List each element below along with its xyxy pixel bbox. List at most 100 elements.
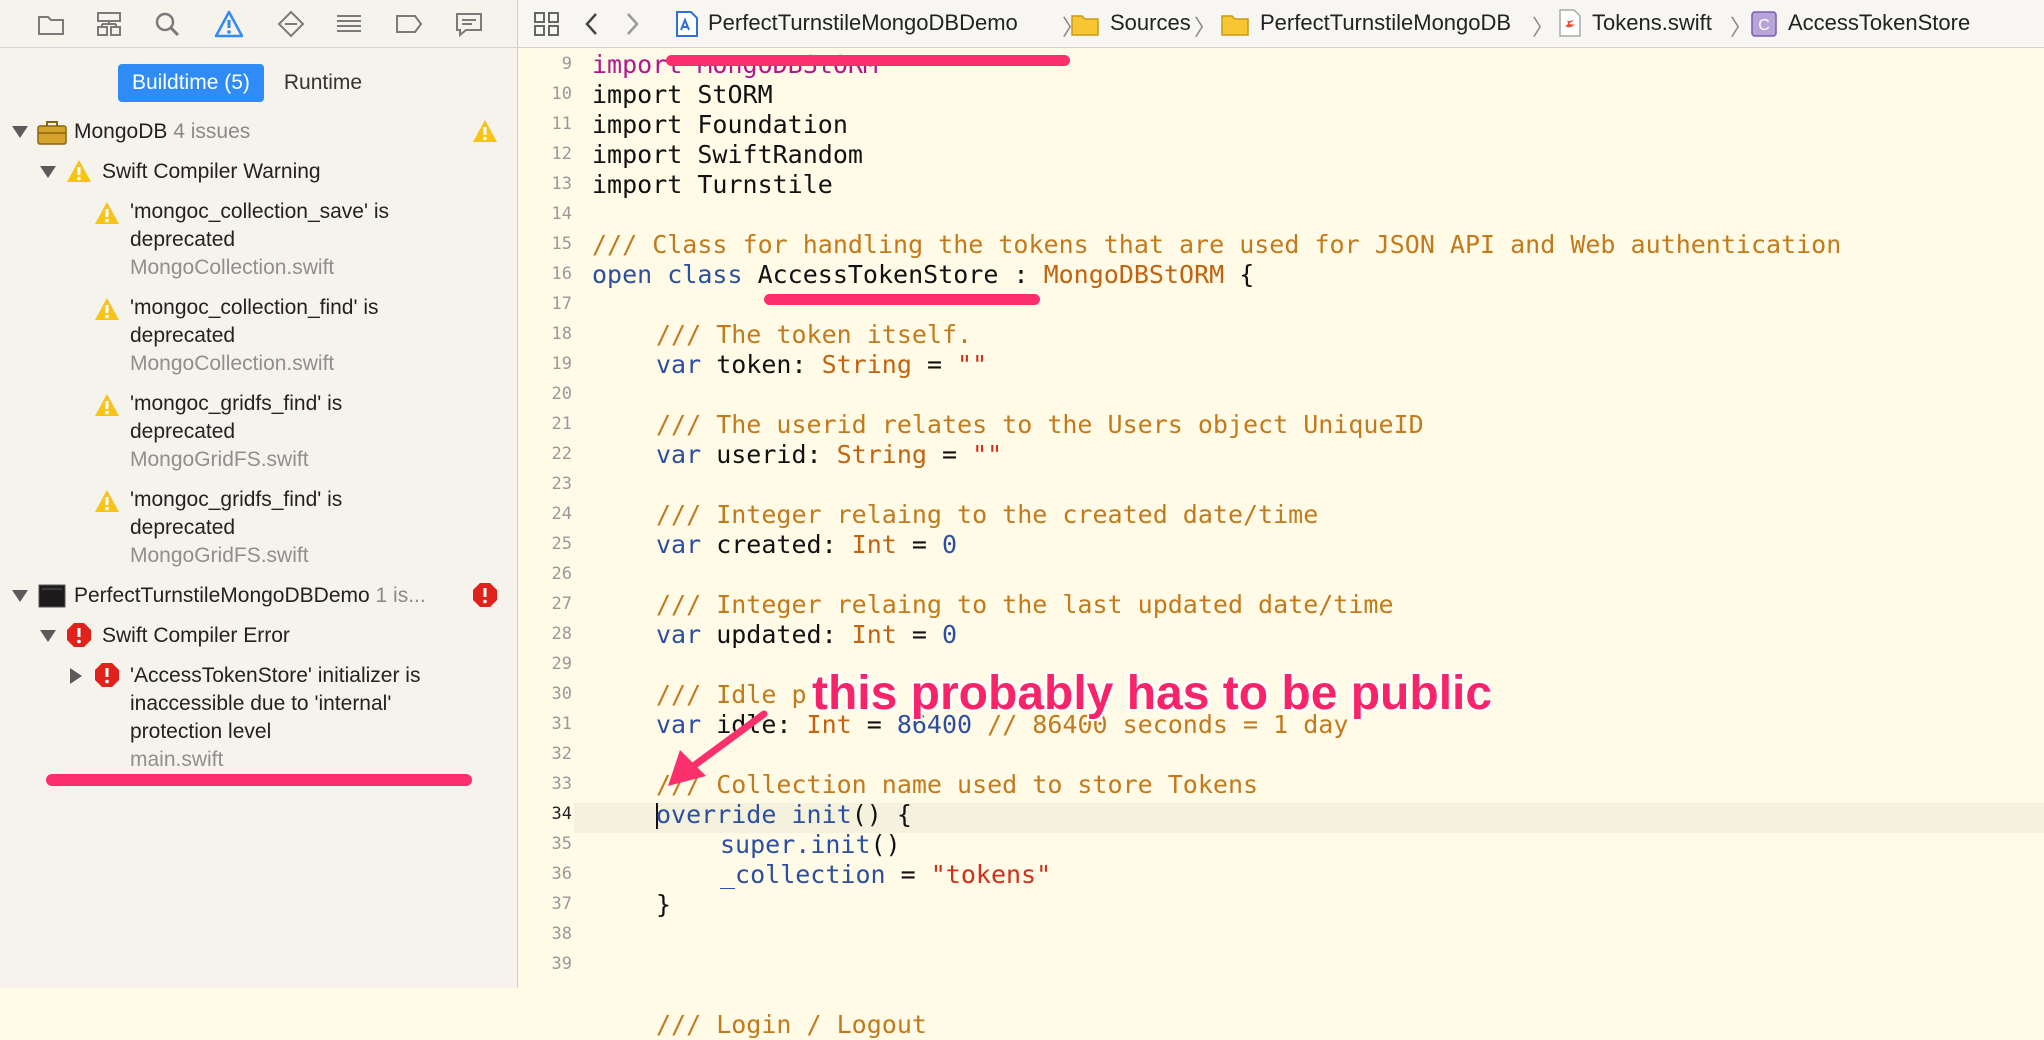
error-badge-icon [472,582,498,608]
string-literal: "tokens" [930,860,1052,889]
issue-message-line: 'mongoc_collection_find' is [130,296,379,319]
warning-badge-icon [472,118,498,144]
issue-file: MongoGridFS.swift [130,448,309,471]
line-number: 34 [551,804,572,824]
code-comment: /// Login / Logout [656,1010,942,1039]
class-symbol-icon: C [1750,10,1778,38]
code-text: = [911,350,958,379]
issue-item[interactable]: 'AccessTokenStore' initializer is inacce… [130,662,420,746]
category-row-compiler-error[interactable]: Swift Compiler Error [102,624,290,648]
line-number: 32 [551,744,572,764]
code-comment: /// The token itself. [656,320,973,349]
code-editor[interactable]: import MongoDBStORM import StORM import … [592,48,2044,1039]
line-number: 26 [551,564,572,584]
annotation-arrow-icon [668,710,768,786]
code-line: var token: String = "" [592,350,987,380]
code-text: } [656,890,672,919]
line-number: 36 [551,864,572,884]
disclosure-triangle[interactable] [12,590,28,602]
keyword: override [656,800,777,829]
breadcrumb-module[interactable]: PerfectTurnstileMongoDB [1260,10,1511,36]
tag-icon[interactable] [394,10,424,38]
issue-item[interactable]: 'mongoc_gridfs_find' is deprecated [130,486,342,542]
line-number: 33 [551,774,572,794]
breadcrumb-symbol[interactable]: AccessTokenStore [1788,10,1970,36]
line-number: 38 [551,924,572,944]
number-literal: 0 [941,530,958,559]
comment-icon[interactable] [454,10,484,38]
disclosure-triangle[interactable] [40,166,56,178]
issue-file: MongoCollection.swift [130,256,335,279]
warning-icon[interactable] [214,10,244,38]
navigator-toolbar [0,0,518,48]
warning-icon [94,296,120,322]
code-text: import Turnstile [592,170,833,199]
breadcrumb-separator: 〉 [1730,15,1753,40]
warning-icon [94,488,120,514]
line-number: 23 [551,474,572,494]
code-line: var created: Int = 0 [592,530,957,560]
code-comment: /// Integer relaing to the created date/… [656,500,1319,529]
issue-file: main.swift [130,748,224,771]
keyword: open class [592,260,743,289]
breakpoint-diamond-icon[interactable] [276,10,306,38]
back-chevron-icon[interactable] [582,10,602,38]
category-row-compiler-warning[interactable]: Swift Compiler Warning [102,160,321,184]
disclosure-triangle[interactable] [40,630,56,642]
code-text: : [998,260,1044,289]
breadcrumb-file[interactable]: Tokens.swift [1592,10,1712,36]
line-number: 24 [551,504,572,524]
tab-buildtime[interactable]: Buildtime (5) [118,64,264,102]
folder-icon[interactable] [36,10,66,38]
line-number: 27 [551,594,572,614]
line-number: 9 [561,54,572,74]
line-number: 30 [551,684,572,704]
list-icon[interactable] [334,10,364,38]
breadcrumb-project[interactable]: PerfectTurnstileMongoDBDemo [708,10,1018,36]
issue-message-line: deprecated [130,420,236,443]
issue-item[interactable]: 'mongoc_gridfs_find' is deprecated [130,390,342,446]
issue-item[interactable]: 'mongoc_collection_find' is deprecated [130,294,379,350]
group-row-mongodb[interactable]: MongoDB 4 issues [74,120,250,144]
project-file-icon [674,10,700,38]
disclosure-triangle[interactable] [12,126,28,138]
type-name: String [836,440,927,469]
keyword: .init [795,830,871,859]
issue-message-line: protection level [130,720,272,743]
search-icon[interactable] [152,10,182,38]
error-icon [94,662,120,688]
type-name: String [821,350,912,379]
issue-item[interactable]: 'mongoc_collection_save' is deprecated [130,198,389,254]
number-literal: 0 [941,620,958,649]
type-name: Int [851,530,897,559]
class-name: AccessTokenStore [757,260,999,289]
line-number: 12 [551,144,572,164]
issue-count: 1 is... [375,584,426,607]
string-literal: "" [972,440,1003,469]
group-row-perfectturnstile[interactable]: PerfectTurnstileMongoDBDemo 1 is... [74,584,426,608]
issue-message-line: deprecated [130,324,236,347]
group-name: PerfectTurnstileMongoDBDemo [74,584,370,607]
code-line: import StORM [592,80,773,110]
line-number: 28 [551,624,572,644]
forward-chevron-icon[interactable] [622,10,642,38]
code-comment: /// The userid relates to the Users obje… [656,410,1424,439]
code-line: import Foundation [592,110,848,140]
jump-bar: PerfectTurnstileMongoDBDemo 〉 Sources 〉 … [518,0,2044,48]
related-items-grid-icon[interactable] [532,10,562,38]
breadcrumb-sources[interactable]: Sources [1110,10,1191,36]
hierarchy-icon[interactable] [94,10,124,38]
line-number: 20 [551,384,572,404]
code-text: () { [851,800,912,829]
keyword: init [776,800,852,829]
code-text: import SwiftRandom [592,140,863,169]
code-comment: /// Class for handling the tokens that a… [592,230,1842,259]
line-number: 14 [551,204,572,224]
disclosure-triangle[interactable] [70,668,82,684]
issue-message-line: deprecated [130,516,236,539]
code-text: = [885,860,931,889]
code-text: = [926,440,973,469]
keyword: super [720,830,796,859]
tab-runtime[interactable]: Runtime [270,64,376,102]
code-line: var updated: Int = 0 [592,620,957,650]
